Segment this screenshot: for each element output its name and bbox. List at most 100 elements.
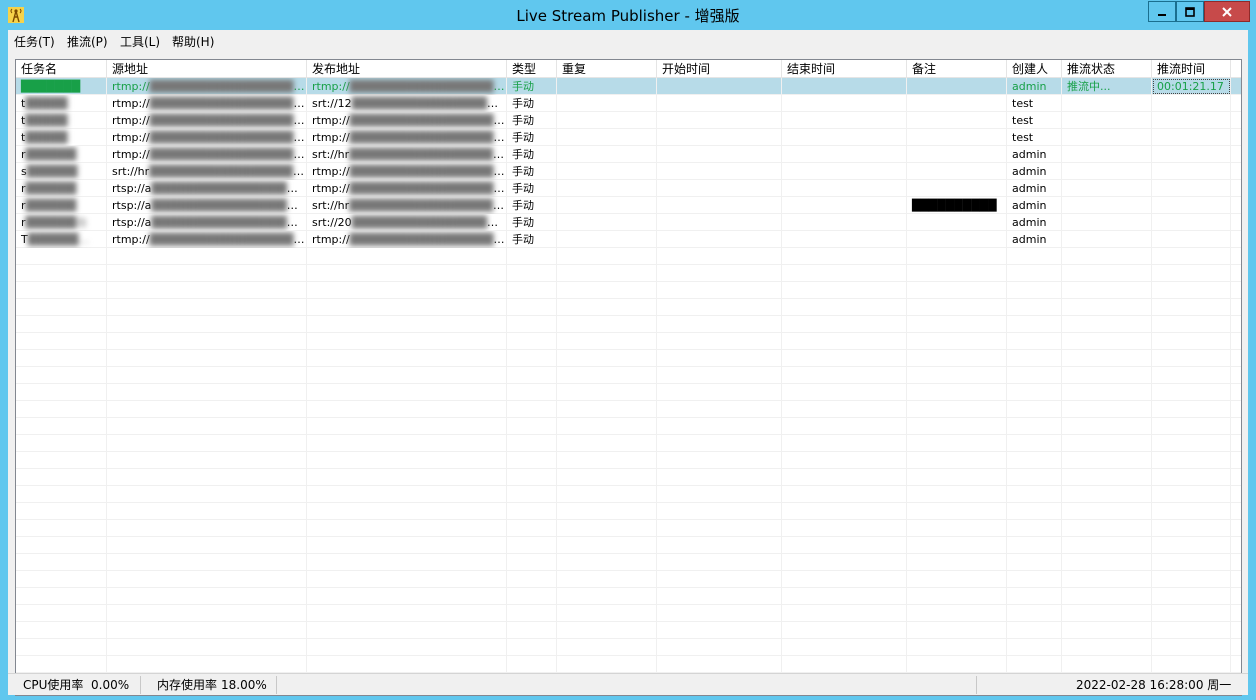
task-list-table[interactable]: 任务名 源地址 发布地址 类型 重复 开始时间 结束时间 备注 创建人 推流状态… <box>15 59 1242 696</box>
minimize-button[interactable] <box>1148 1 1176 22</box>
cell-note <box>907 163 1007 180</box>
column-header-note[interactable]: 备注 <box>907 60 1007 78</box>
menu-task[interactable]: 任务(T) <box>14 33 55 50</box>
cell-start-time <box>657 197 782 214</box>
cell-type: 手动 <box>507 231 557 248</box>
cell-type: 手动 <box>507 112 557 129</box>
column-header-task-name[interactable]: 任务名 <box>16 60 107 78</box>
cell-push-time: 00:01:21.17 <box>1152 78 1231 95</box>
cell-target-url: rtmp://████████████████████████ <box>307 163 507 180</box>
cell-task-name: r██████ <box>16 180 107 197</box>
cell-status <box>1062 180 1152 197</box>
empty-row <box>16 452 1241 469</box>
cell-target-url: rtmp://████████████████████████ <box>307 180 507 197</box>
empty-row <box>16 384 1241 401</box>
cell-push-time <box>1152 112 1231 129</box>
cell-type: 手动 <box>507 197 557 214</box>
column-header-push-time[interactable]: 推流时间 <box>1152 60 1231 78</box>
cell-type: 手动 <box>507 78 557 95</box>
cell-start-time <box>657 129 782 146</box>
cell-note <box>907 180 1007 197</box>
column-header-source[interactable]: 源地址 <box>107 60 307 78</box>
empty-row <box>16 656 1241 673</box>
grid-line <box>1006 78 1007 695</box>
cell-type: 手动 <box>507 129 557 146</box>
cell-repeat <box>557 112 657 129</box>
table-row[interactable]: t█████rtmp://███████████████████████srt:… <box>16 95 1241 112</box>
cell-source-url: rtsp://a██████████████████████ <box>107 214 307 231</box>
table-row[interactable]: ███████rtmp://███████████████████████rtm… <box>16 78 1241 95</box>
table-row[interactable]: r██████rtsp://a██████████████████████rtm… <box>16 180 1241 197</box>
cell-task-name: t█████ <box>16 95 107 112</box>
cell-target-url: srt://hr███████████████████████ <box>307 197 507 214</box>
cell-note <box>907 112 1007 129</box>
table-row[interactable]: s██████srt://hr███████████████████████rt… <box>16 163 1241 180</box>
cell-status <box>1062 197 1152 214</box>
cell-source-url: srt://hr███████████████████████ <box>107 163 307 180</box>
column-header-repeat[interactable]: 重复 <box>557 60 657 78</box>
cell-target-url: rtmp://████████████████████████ <box>307 78 507 95</box>
maximize-icon <box>1185 6 1195 17</box>
cell-source-url: rtmp://███████████████████████ <box>107 231 307 248</box>
cell-source-url: rtmp://███████████████████████ <box>107 112 307 129</box>
cell-repeat <box>557 197 657 214</box>
menu-push[interactable]: 推流(P) <box>67 33 108 50</box>
menu-tools[interactable]: 工具(L) <box>120 33 160 50</box>
empty-row <box>16 486 1241 503</box>
cell-source-url: rtmp://███████████████████████ <box>107 95 307 112</box>
cell-target-url: srt://12███████████████████████ <box>307 95 507 112</box>
table-row[interactable]: r██████rtmp://███████████████████████srt… <box>16 146 1241 163</box>
cell-type: 手动 <box>507 146 557 163</box>
cell-creator: admin <box>1007 214 1062 231</box>
cell-push-time <box>1152 146 1231 163</box>
grid-line <box>506 78 507 695</box>
cell-push-time <box>1152 197 1231 214</box>
empty-row <box>16 299 1241 316</box>
column-header-status[interactable]: 推流状态 <box>1062 60 1152 78</box>
column-header-creator[interactable]: 创建人 <box>1007 60 1062 78</box>
cell-status <box>1062 163 1152 180</box>
cell-repeat <box>557 180 657 197</box>
grid-line <box>1151 78 1152 695</box>
column-header-target[interactable]: 发布地址 <box>307 60 507 78</box>
menu-help[interactable]: 帮助(H) <box>172 33 214 50</box>
empty-row <box>16 367 1241 384</box>
cell-note: ██████████ <box>907 197 1007 214</box>
maximize-button[interactable] <box>1176 1 1204 22</box>
status-divider <box>276 676 277 694</box>
cell-end-time <box>782 129 907 146</box>
cell-start-time <box>657 214 782 231</box>
cell-note <box>907 95 1007 112</box>
empty-row <box>16 571 1241 588</box>
memory-usage-value: 18.00% <box>221 678 267 692</box>
cpu-usage-value: 0.00% <box>91 678 130 692</box>
table-row[interactable]: t█████rtmp://███████████████████████rtmp… <box>16 112 1241 129</box>
table-header: 任务名 源地址 发布地址 类型 重复 开始时间 结束时间 备注 创建人 推流状态… <box>16 60 1241 78</box>
column-header-type[interactable]: 类型 <box>507 60 557 78</box>
empty-row <box>16 520 1241 537</box>
cell-creator: admin <box>1007 146 1062 163</box>
table-row[interactable]: r██████rtsp://a██████████████████████srt… <box>16 197 1241 214</box>
cell-repeat <box>557 163 657 180</box>
close-button[interactable] <box>1204 1 1250 22</box>
table-row[interactable]: T██████...rtmp://███████████████████████… <box>16 231 1241 248</box>
menu-bar: 任务(T) 推流(P) 工具(L) 帮助(H) <box>8 30 1248 52</box>
table-row[interactable]: t█████rtmp://███████████████████████rtmp… <box>16 129 1241 146</box>
column-header-start-time[interactable]: 开始时间 <box>657 60 782 78</box>
cell-task-name: r██████ <box>16 197 107 214</box>
status-bar: CPU使用率 0.00% 内存使用率 18.00% 2022-02-28 16:… <box>8 673 1248 695</box>
column-header-end-time[interactable]: 结束时间 <box>782 60 907 78</box>
cell-repeat <box>557 214 657 231</box>
cell-source-url: rtsp://a██████████████████████ <box>107 197 307 214</box>
cell-source-url: rtsp://a██████████████████████ <box>107 180 307 197</box>
table-row[interactable]: r██████台rtsp://a██████████████████████sr… <box>16 214 1241 231</box>
empty-row <box>16 248 1241 265</box>
cell-start-time <box>657 163 782 180</box>
cell-note <box>907 231 1007 248</box>
cell-status <box>1062 95 1152 112</box>
cell-end-time <box>782 197 907 214</box>
cell-repeat <box>557 129 657 146</box>
cell-status: 推流中... <box>1062 78 1152 95</box>
cell-push-time <box>1152 163 1231 180</box>
empty-row <box>16 588 1241 605</box>
